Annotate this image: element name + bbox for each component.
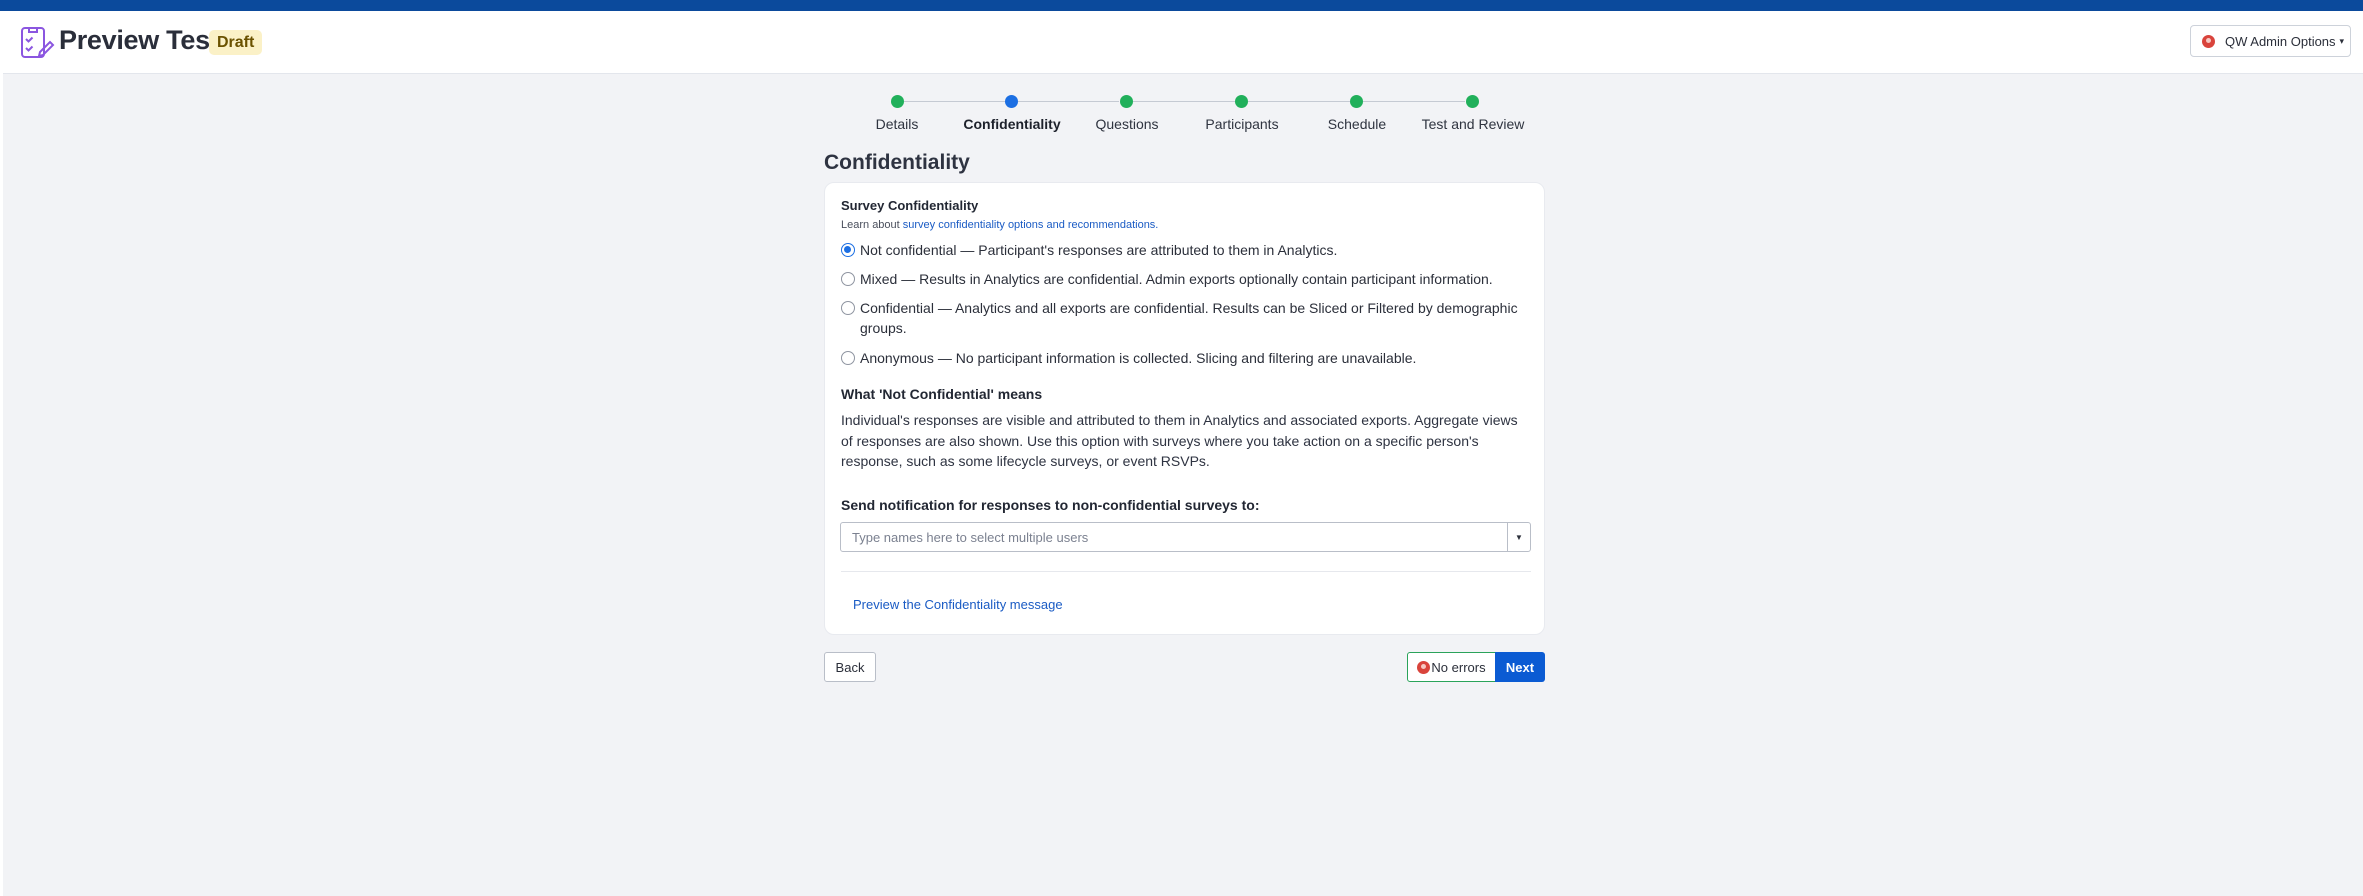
step-participants-dot[interactable] [1235,95,1248,108]
radio-mixed[interactable] [841,272,855,286]
top-accent-bar [0,0,2363,11]
validation-status-label: No errors [1431,659,1486,675]
option-confidential[interactable]: Confidential — Analytics and all exports… [841,300,1532,338]
window-left-edge [0,0,3,896]
option-label: Not confidential — Participant's respons… [860,242,1338,258]
step-participants[interactable]: Participants [1205,116,1278,132]
admin-options-button[interactable]: QW Admin Options ▾ [2190,25,2351,57]
step-schedule-dot[interactable] [1350,95,1363,108]
caret-down-icon: ▾ [2339,35,2345,46]
step-questions-dot[interactable] [1120,95,1133,108]
back-button[interactable]: Back [824,652,876,682]
step-questions[interactable]: Questions [1095,116,1158,132]
step-confidentiality-dot[interactable] [1005,95,1018,108]
notify-users-input[interactable] [841,523,1503,551]
page-title: Preview Test [59,25,219,55]
learn-prefix: Learn about [841,219,903,231]
notify-users-select[interactable]: ▼ [840,522,1531,552]
step-connector [1363,101,1465,102]
option-anonymous[interactable]: Anonymous — No participant information i… [841,350,1532,368]
option-mixed[interactable]: Mixed — Results in Analytics are confide… [841,271,1532,289]
admin-options-label: QW Admin Options [2225,33,2336,49]
option-not-confidential[interactable]: Not confidential — Participant's respons… [841,242,1532,260]
step-confidentiality[interactable]: Confidentiality [963,116,1060,132]
meaning-description: Individual's responses are visible and a… [841,412,1518,469]
confidentiality-options-link[interactable]: survey confidentiality options and recom… [903,219,1159,231]
status-badge: Draft [209,30,263,55]
page-header: Preview Test Draft QW Admin Options ▾ [3,11,2363,74]
confidentiality-card: Survey Confidentiality Learn about surve… [824,182,1545,635]
step-connector [1018,101,1119,102]
step-schedule[interactable]: Schedule [1328,116,1386,132]
step-test-and-review[interactable]: Test and Review [1422,116,1525,132]
section-title: Confidentiality [824,151,970,174]
survey-clipboard-icon [18,24,56,62]
preview-message-link[interactable]: Preview the Confidentiality message [853,597,1063,612]
step-details[interactable]: Details [876,116,919,132]
error-status-icon [1417,660,1431,674]
chevron-down-icon[interactable]: ▼ [1507,523,1530,551]
option-label: Confidential — Analytics and all exports… [860,300,1518,336]
radio-anonymous[interactable] [841,351,855,365]
card-heading: Survey Confidentiality [841,198,979,213]
radio-not-confidential[interactable] [841,243,855,257]
step-connector [904,101,1005,102]
step-details-dot[interactable] [891,95,904,108]
notify-label: Send notification for responses to non-c… [841,497,1260,513]
validation-status-button[interactable]: No errors [1407,652,1496,682]
step-connector [1133,101,1235,102]
radio-confidential[interactable] [841,301,855,315]
step-connector [1248,101,1350,102]
admin-avatar-icon [2202,34,2215,48]
option-label: Anonymous — No participant information i… [860,350,1417,366]
next-button[interactable]: Next [1495,652,1545,682]
option-label: Mixed — Results in Analytics are confide… [860,271,1493,287]
divider [841,571,1531,572]
meaning-title: What 'Not Confidential' means [841,386,1043,402]
learn-about-text: Learn about survey confidentiality optio… [841,219,1158,231]
step-test-review-dot[interactable] [1466,95,1479,108]
